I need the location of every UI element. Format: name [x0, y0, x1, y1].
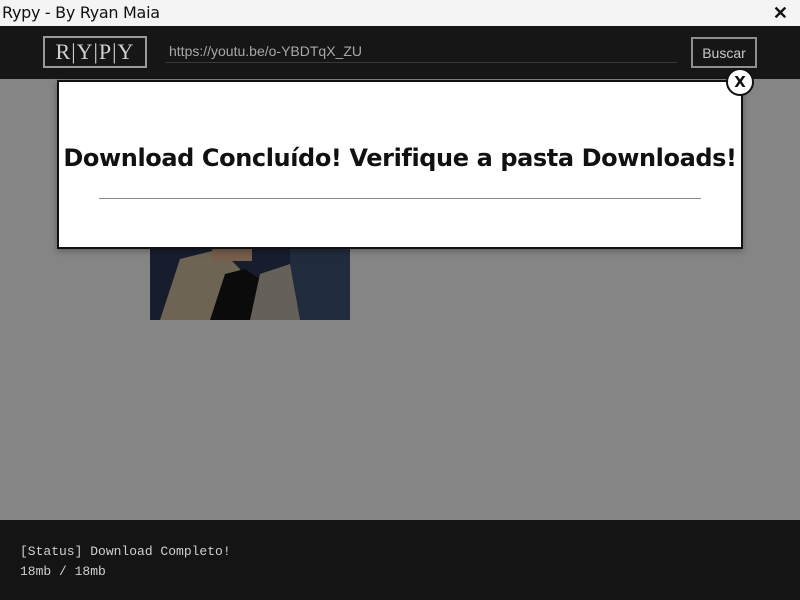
rypy-logo: R|Y|P|Y [43, 36, 147, 68]
dialog-close-button[interactable]: X [726, 68, 754, 96]
window-close-icon[interactable]: ✕ [773, 2, 788, 24]
dialog-divider [99, 198, 701, 199]
window-title: Rypy - By Ryan Maia [2, 3, 160, 22]
status-panel: [Status] Download Completo! 18mb / 18mb [0, 520, 800, 600]
app-header: R|Y|P|Y Buscar [0, 26, 800, 79]
search-button[interactable]: Buscar [691, 37, 757, 68]
status-text: [Status] Download Completo! [20, 544, 231, 559]
download-complete-dialog: Download Concluído! Verifique a pasta Do… [57, 80, 743, 249]
url-input[interactable] [166, 40, 677, 63]
dialog-message: Download Concluído! Verifique a pasta Do… [63, 144, 737, 172]
download-progress-text: 18mb / 18mb [20, 564, 106, 579]
window-titlebar: Rypy - By Ryan Maia ✕ [0, 0, 800, 26]
